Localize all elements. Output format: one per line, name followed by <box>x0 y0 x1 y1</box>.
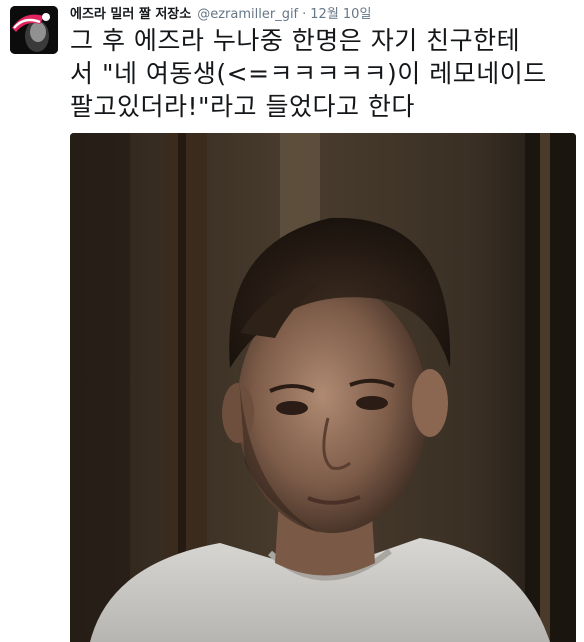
tweet: 에즈라 밀러 짤 저장소 @ezramiller_gif · 12월 10일 그 후 … <box>0 0 584 642</box>
photo-image <box>70 133 576 642</box>
tweet-text: 그 후 에즈라 누나중 한명은 자기 친구한테 서 "네 여동생(<=ㅋㅋㅋㅋㅋ… <box>70 26 547 121</box>
avatar-image <box>10 6 58 54</box>
tweet-date[interactable]: 12월 10일 <box>310 7 371 22</box>
tweet-photo[interactable] <box>70 133 576 642</box>
profile-avatar[interactable] <box>10 6 58 54</box>
display-name[interactable]: 에즈라 밀러 짤 저장소 <box>70 7 191 22</box>
user-handle[interactable]: @ezramiller_gif <box>197 7 298 22</box>
separator-dot: · <box>302 7 307 22</box>
